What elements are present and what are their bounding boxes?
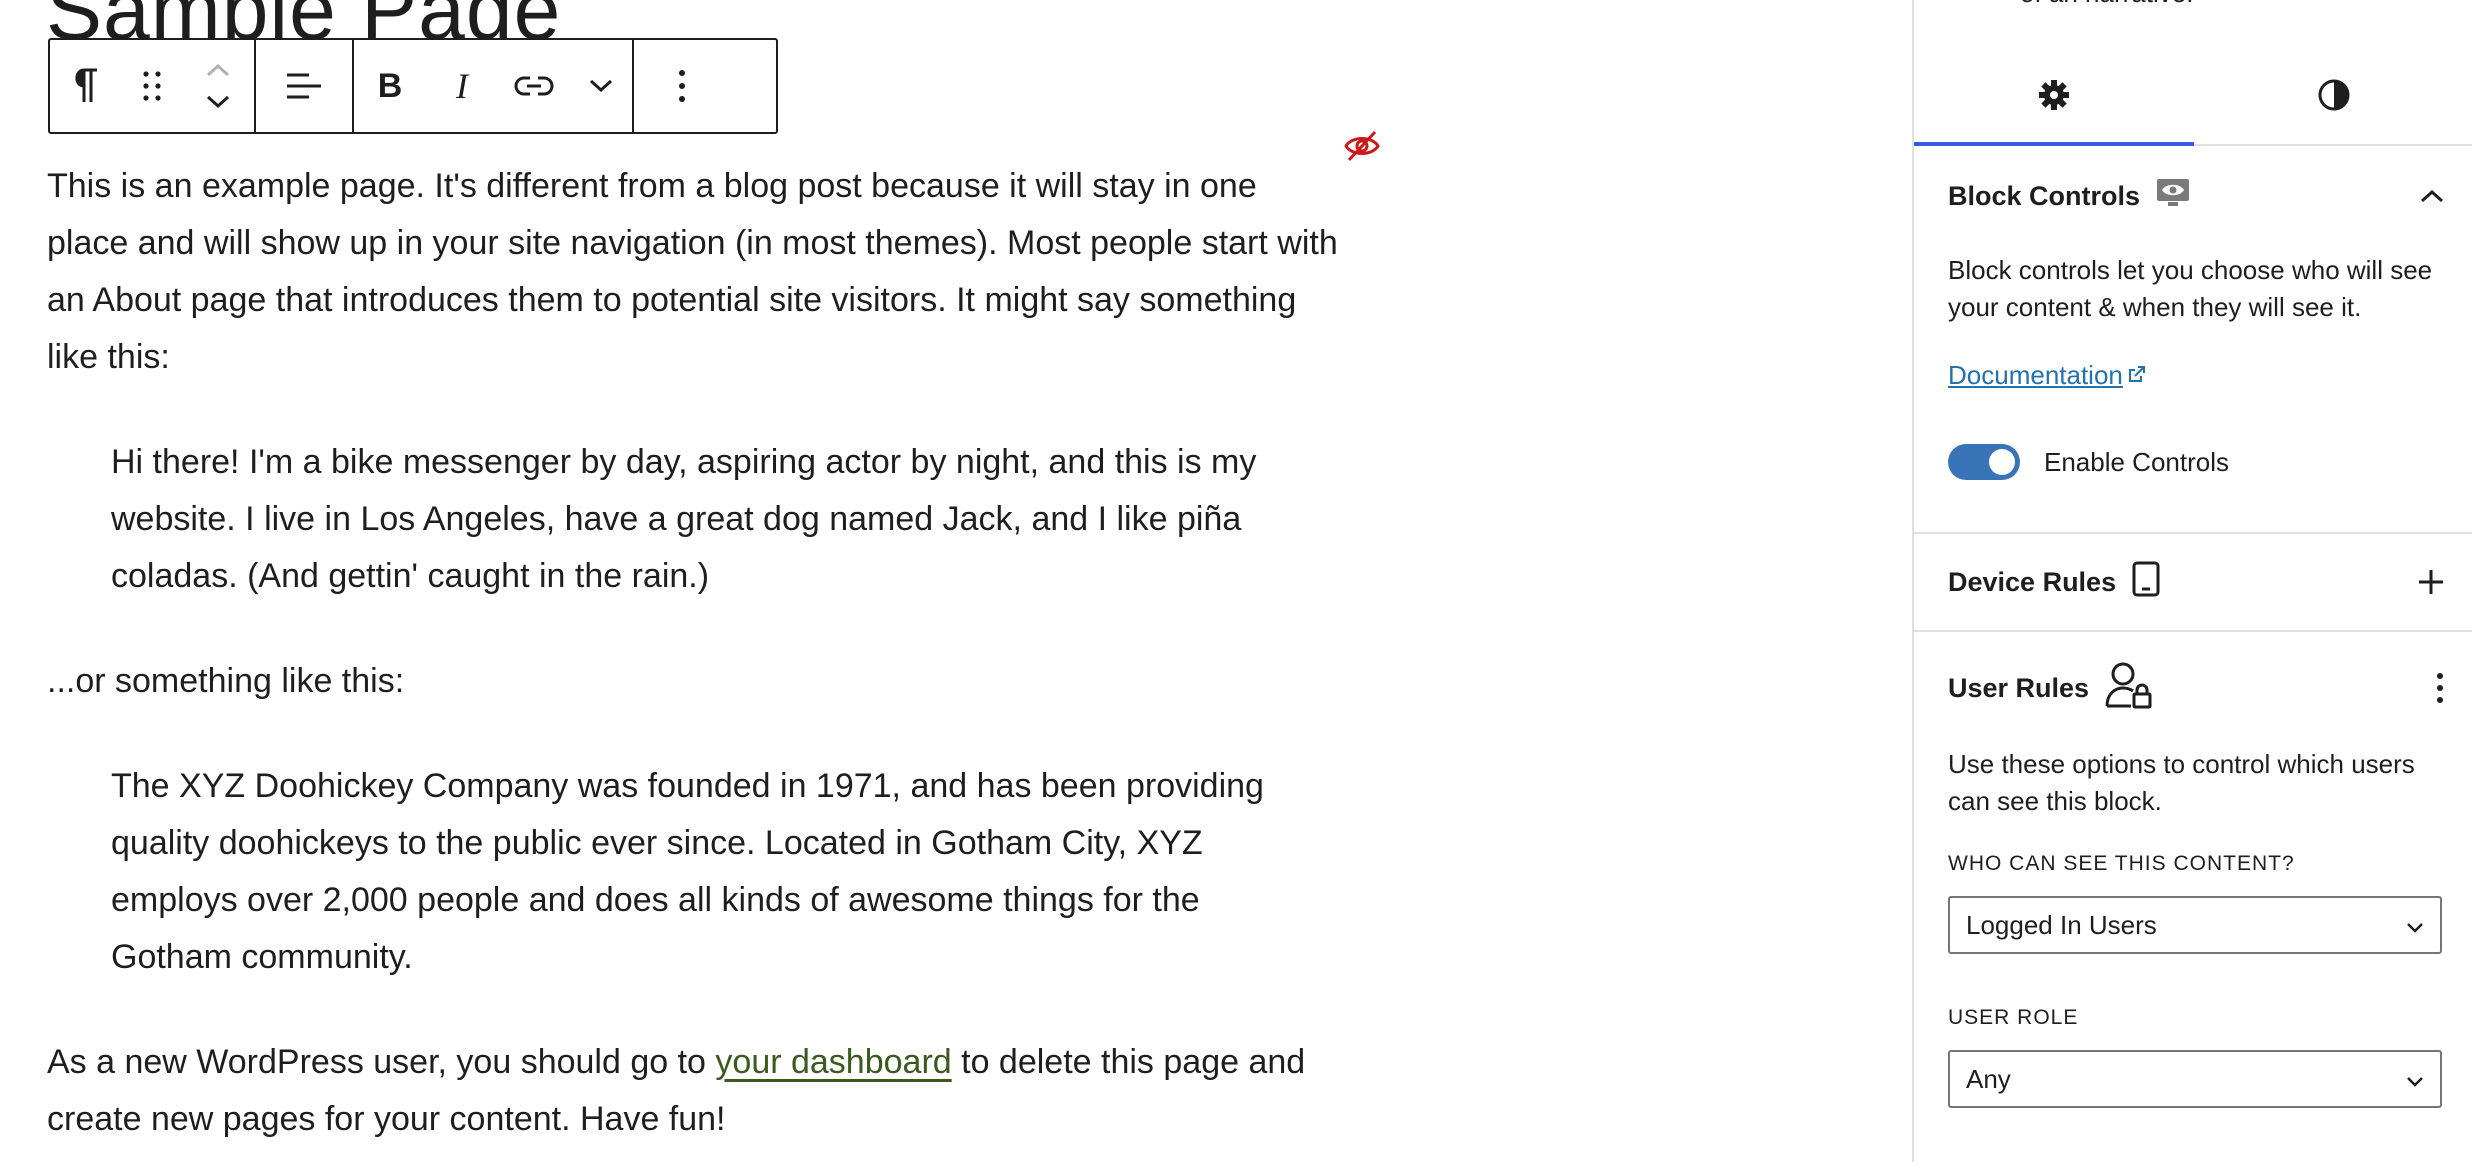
device-rules-panel: Device Rules: [1914, 534, 2472, 632]
user-role-select[interactable]: Any: [1948, 1050, 2442, 1108]
external-link-icon: [2127, 360, 2147, 391]
tab-settings[interactable]: [1914, 50, 2194, 146]
plus-icon[interactable]: [2418, 569, 2444, 595]
tablet-icon: [2132, 561, 2160, 604]
chevron-down-icon: [589, 79, 613, 93]
paragraph-new-user[interactable]: As a new WordPress user, you should go t…: [47, 1034, 1347, 1148]
drag-handle-icon: [142, 69, 162, 103]
who-can-see-value: Logged In Users: [1966, 909, 2157, 940]
quote-text: Hi there! I'm a bike messenger by day, a…: [111, 443, 1257, 595]
quote-bike-messenger[interactable]: Hi there! I'm a bike messenger by day, a…: [111, 434, 1311, 605]
user-role-label: USER ROLE: [1948, 1006, 2079, 1029]
toolbar-group-options: [634, 40, 730, 132]
hidden-block-indicator: [1344, 128, 1380, 169]
bold-button[interactable]: B: [354, 40, 426, 132]
italic-icon: I: [456, 66, 468, 106]
block-controls-header[interactable]: Block Controls: [1948, 176, 2444, 216]
who-can-see-label: WHO CAN SEE THIS CONTENT?: [1948, 852, 2295, 875]
documentation-link[interactable]: Documentation: [1948, 360, 2147, 391]
paragraph-text: As a new WordPress user, you should go t…: [47, 1043, 716, 1081]
toolbar-group-block: [50, 40, 256, 132]
editor-canvas: Sample Page B I This is an example page.…: [0, 0, 1912, 1162]
enable-controls-toggle[interactable]: [1948, 444, 2020, 480]
eye-slash-icon: [1344, 130, 1380, 168]
panel-title: User Rules: [1948, 672, 2090, 703]
device-rules-header[interactable]: Device Rules: [1948, 561, 2444, 604]
toggle-knob: [1989, 449, 2015, 475]
chevron-down-icon: [2406, 1064, 2424, 1095]
contrast-icon: [2316, 77, 2352, 118]
toolbar-group-align: [256, 40, 354, 132]
dashboard-link[interactable]: your dashboard: [715, 1043, 951, 1081]
post-content: This is an example page. It's different …: [47, 158, 1347, 1148]
user-rules-panel: User Rules Use these options to control …: [1914, 632, 2472, 1162]
block-toolbar: B I: [48, 38, 778, 134]
user-lock-icon: [2105, 660, 2153, 717]
more-formatting-button[interactable]: [570, 40, 632, 132]
move-down-icon[interactable]: [206, 95, 230, 109]
chevron-down-icon: [2406, 910, 2424, 941]
link-icon: [514, 74, 554, 98]
align-button[interactable]: [256, 40, 352, 132]
visibility-monitor-icon: [2156, 178, 2190, 215]
panel-title: Device Rules: [1948, 566, 2117, 597]
settings-sidebar: of an narrative. Block Controls Block co…: [1912, 0, 2472, 1162]
more-options-icon: [678, 69, 686, 103]
block-options-button[interactable]: [634, 40, 730, 132]
pilcrow-icon: [71, 66, 101, 106]
enable-controls-label: Enable Controls: [2044, 446, 2229, 477]
bold-icon: B: [377, 66, 403, 105]
drag-handle-button[interactable]: [122, 40, 182, 132]
more-options-icon[interactable]: [2436, 672, 2444, 704]
quote-doohickey[interactable]: The XYZ Doohickey Company was founded in…: [111, 758, 1311, 986]
user-rules-description: Use these options to control which users…: [1948, 749, 2415, 816]
block-controls-panel: Block Controls Block controls let you ch…: [1914, 148, 2472, 534]
paragraph-or-something[interactable]: ...or something like this:: [47, 653, 1347, 710]
user-role-value: Any: [1966, 1063, 2011, 1094]
align-left-icon: [287, 71, 321, 101]
paragraph-intro[interactable]: This is an example page. It's different …: [47, 158, 1347, 386]
panel-title: Block Controls: [1948, 180, 2141, 211]
move-buttons: [182, 40, 254, 132]
tab-styles[interactable]: [2194, 50, 2472, 144]
who-can-see-select[interactable]: Logged In Users: [1948, 896, 2442, 954]
sidebar-cut-text: of an narrative.: [2020, 0, 2193, 9]
gear-icon: [2036, 77, 2072, 118]
chevron-up-icon[interactable]: [2420, 189, 2444, 203]
link-button[interactable]: [498, 40, 570, 132]
sidebar-tabs: [1914, 50, 2472, 146]
user-rules-header[interactable]: User Rules: [1948, 660, 2444, 716]
paragraph-block-button[interactable]: [50, 40, 122, 132]
toolbar-group-format: B I: [354, 40, 634, 132]
enable-controls-row: Enable Controls: [1948, 444, 2229, 480]
documentation-link-label: Documentation: [1948, 360, 2123, 390]
quote-text: The XYZ Doohickey Company was founded in…: [111, 767, 1264, 976]
move-up-icon[interactable]: [206, 63, 230, 77]
italic-button[interactable]: I: [426, 40, 498, 132]
block-controls-description: Block controls let you choose who will s…: [1948, 255, 2433, 322]
